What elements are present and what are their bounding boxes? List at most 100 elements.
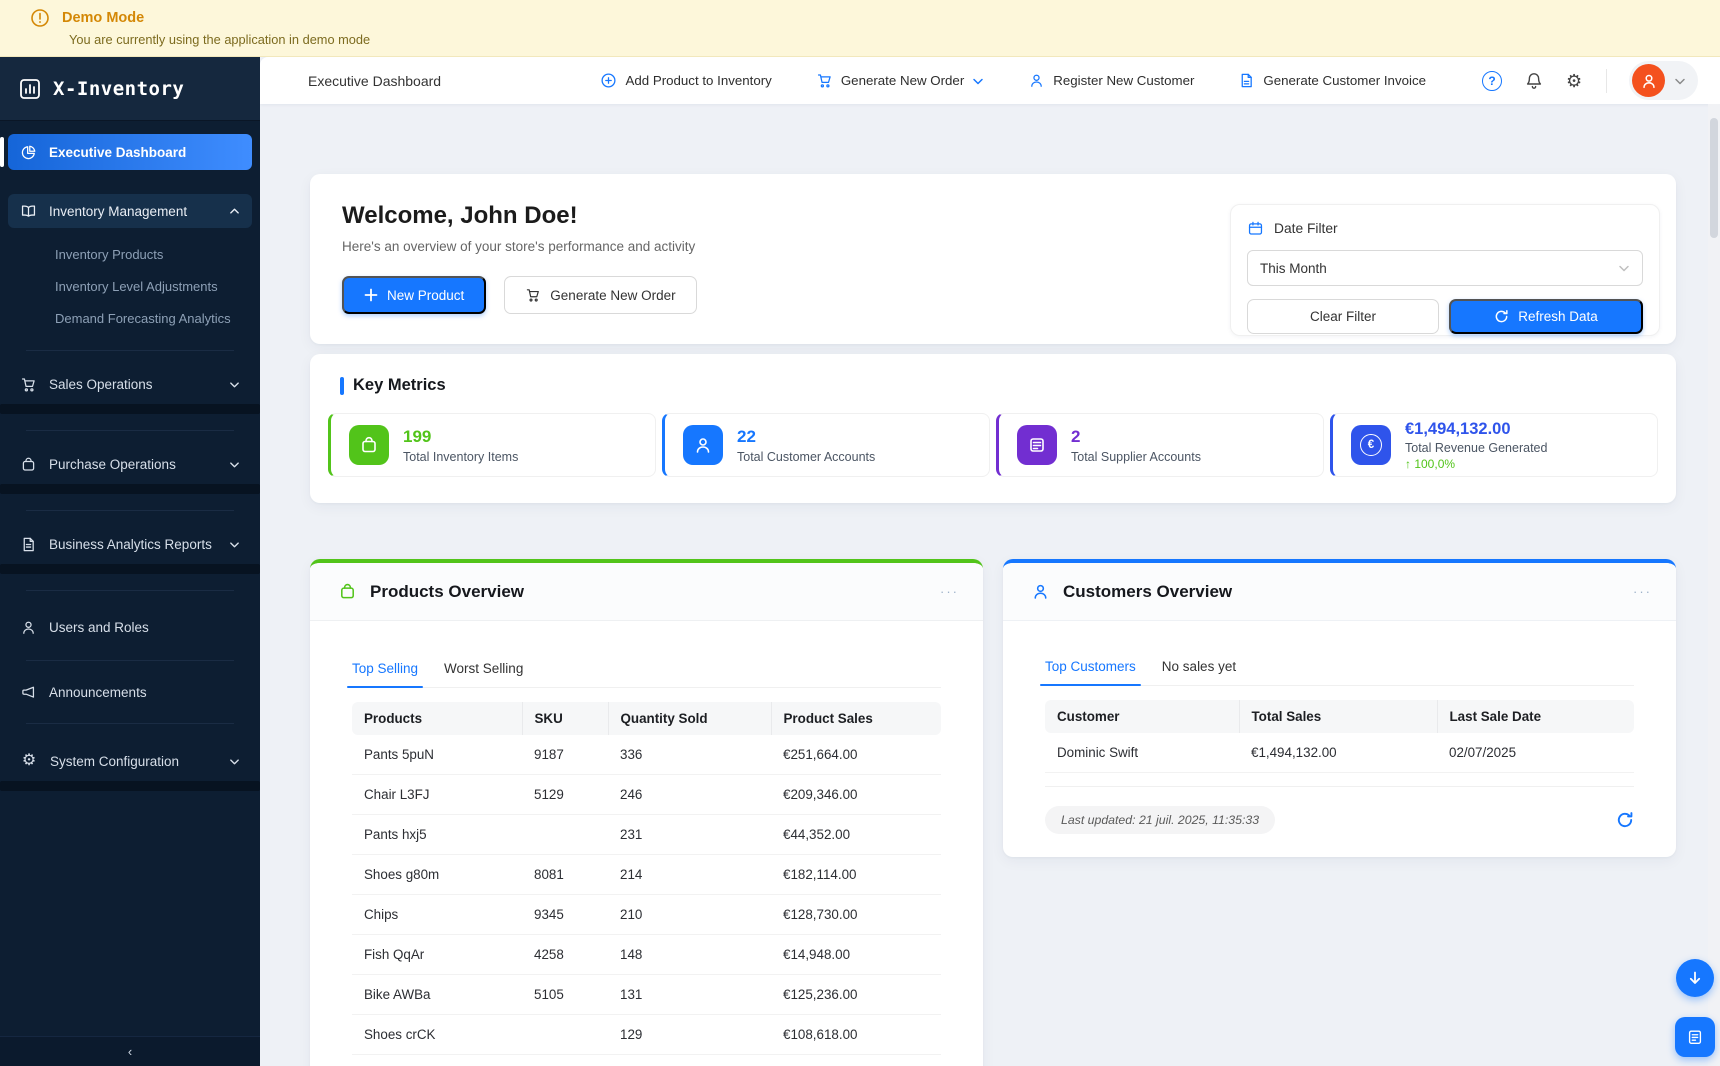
- sidebar-item-announcements[interactable]: Announcements: [8, 675, 252, 709]
- tab-top-selling[interactable]: Top Selling: [346, 661, 424, 688]
- cell-qty: 210: [608, 894, 771, 935]
- invoice-file-icon: [1242, 73, 1253, 88]
- cell-sku: 9187: [522, 735, 608, 775]
- cell-qty: 131: [608, 974, 771, 1015]
- sidebar-item-purchase-operations[interactable]: Purchase Operations: [8, 447, 252, 481]
- customers-overview-card: Customers Overview ··· Top Customers No …: [1003, 559, 1676, 857]
- plus-circle-icon: [601, 73, 616, 88]
- welcome-subtitle: Here's an overview of your store's perfo…: [342, 239, 696, 254]
- chevron-down-icon: [1619, 265, 1629, 272]
- column-header: Products: [352, 702, 522, 735]
- table-row: Shoes g80m 8081 214 €182,114.00: [352, 854, 941, 895]
- products-overview-title: Products Overview: [370, 581, 525, 601]
- cell-qty: 246: [608, 774, 771, 815]
- user-icon: [1034, 584, 1047, 599]
- sidebar-item-label: Inventory Products: [55, 246, 164, 262]
- sidebar-item-users-roles[interactable]: Users and Roles: [8, 610, 252, 644]
- customers-table: Customer Total Sales Last Sale Date Domi…: [1045, 700, 1634, 773]
- sidebar-item-business-analytics[interactable]: Business Analytics Reports: [8, 527, 252, 561]
- tab-no-sales[interactable]: No sales yet: [1162, 659, 1236, 685]
- supplier-card-icon: [1017, 425, 1057, 465]
- divider: [1606, 68, 1607, 93]
- cell-sku: 5129: [522, 774, 608, 815]
- column-header: Product Sales: [770, 702, 941, 735]
- cell-product: Shoes g80m: [352, 854, 522, 895]
- button-label: Generate New Order: [550, 287, 676, 303]
- chevron-down-icon: [230, 541, 239, 547]
- cell-sales: €125,236.00: [771, 974, 941, 1015]
- sidebar-item-executive-dashboard[interactable]: Executive Dashboard: [0, 134, 252, 170]
- topbar-icons: ? ⚙: [1482, 61, 1698, 100]
- bar-chart-logo-icon: [20, 78, 40, 99]
- cart-icon: [527, 289, 540, 302]
- plus-icon: [364, 288, 378, 302]
- action-label: Add Product to Inventory: [625, 73, 772, 88]
- sidebar-item-label: Sales Operations: [49, 376, 153, 392]
- settings-gear-icon[interactable]: ⚙: [1566, 72, 1584, 90]
- collapsed-panel: [0, 564, 260, 574]
- tab-top-customers[interactable]: Top Customers: [1040, 659, 1141, 686]
- selected-date-range: This Month: [1260, 260, 1327, 276]
- chevron-up-icon: [230, 208, 239, 214]
- refresh-icon: [1495, 309, 1508, 323]
- generate-order-action[interactable]: Generate New Order: [816, 72, 984, 89]
- sidebar-item-label: Inventory Management: [49, 203, 188, 219]
- action-label: Register New Customer: [1053, 73, 1195, 88]
- sidebar-item-label: System Configuration: [50, 753, 180, 769]
- cell-product: Pants 5puN: [352, 735, 522, 775]
- nav-divider: [26, 590, 234, 591]
- products-tabs: Top Selling Worst Selling: [346, 661, 941, 688]
- column-header: Last Sale Date: [1436, 700, 1634, 733]
- sidebar-item-demand-forecasting[interactable]: Demand Forecasting Analytics: [8, 302, 252, 334]
- sidebar-item-sales-operations[interactable]: Sales Operations: [8, 367, 252, 401]
- more-menu-icon[interactable]: ···: [940, 584, 959, 599]
- customers-table-header: Customer Total Sales Last Sale Date: [1045, 700, 1634, 733]
- scrollbar-thumb[interactable]: [1710, 118, 1718, 238]
- new-product-button[interactable]: New Product: [342, 276, 487, 314]
- generate-new-order-button[interactable]: Generate New Order: [504, 276, 697, 314]
- welcome-left: Welcome, John Doe! Here's an overview of…: [342, 202, 697, 344]
- cell-sku: [522, 1014, 608, 1055]
- cell-sales: €182,114.00: [771, 854, 941, 895]
- user-menu[interactable]: [1629, 61, 1698, 100]
- notifications-bell-icon[interactable]: [1524, 71, 1544, 91]
- sidebar-item-inventory-products[interactable]: Inventory Products: [8, 238, 252, 270]
- refresh-data-button[interactable]: Refresh Data: [1449, 299, 1643, 334]
- scroll-down-button[interactable]: [1676, 959, 1714, 997]
- report-file-icon: [23, 537, 34, 551]
- sidebar-collapse-button[interactable]: ‹: [0, 1036, 260, 1066]
- chevron-down-icon: [230, 461, 239, 467]
- date-range-select[interactable]: This Month: [1247, 250, 1643, 286]
- products-overview-card: Products Overview ··· Top Selling Worst …: [310, 559, 983, 1066]
- sidebar-item-inventory-management[interactable]: Inventory Management: [8, 194, 252, 228]
- tab-worst-selling[interactable]: Worst Selling: [444, 661, 523, 687]
- inventory-submenu: Inventory Products Inventory Level Adjus…: [8, 238, 252, 334]
- welcome-card: Welcome, John Doe! Here's an overview of…: [310, 174, 1676, 344]
- metric-label: Total Supplier Accounts: [1071, 449, 1201, 464]
- shopping-bag-icon: [22, 457, 35, 471]
- help-icon[interactable]: ?: [1482, 70, 1502, 91]
- cell-sales: €108,618.00: [771, 1014, 941, 1055]
- sidebar-nav: Executive Dashboard Inventory Management…: [0, 121, 260, 1036]
- register-customer-action[interactable]: Register New Customer: [1028, 72, 1194, 89]
- cell-sales: €14,948.00: [771, 934, 941, 975]
- column-header: SKU: [521, 702, 608, 735]
- action-label: Generate Customer Invoice: [1263, 73, 1426, 88]
- sidebar-item-inventory-level-adjustments[interactable]: Inventory Level Adjustments: [8, 270, 252, 302]
- generate-invoice-action[interactable]: Generate Customer Invoice: [1238, 72, 1426, 89]
- cell-product: Fish QqAr: [352, 934, 522, 975]
- add-product-action[interactable]: Add Product to Inventory: [600, 72, 772, 89]
- more-menu-icon[interactable]: ···: [1633, 584, 1652, 599]
- cell-product: Chair L3FJ: [352, 774, 522, 815]
- clear-filter-button[interactable]: Clear Filter: [1247, 299, 1439, 334]
- cell-last-sale: 02/07/2025: [1437, 733, 1634, 773]
- button-label: New Product: [387, 287, 465, 303]
- sidebar-item-system-configuration[interactable]: ⚙ System Configuration: [8, 744, 252, 778]
- metric-total-suppliers: 2 Total Supplier Accounts: [996, 413, 1324, 477]
- refresh-icon[interactable]: [1616, 811, 1634, 829]
- cell-qty: 214: [608, 854, 771, 895]
- key-metrics-title: Key Metrics: [340, 376, 1658, 395]
- cell-product: Bike AWBa: [352, 974, 522, 1015]
- products-table: Products SKU Quantity Sold Product Sales…: [352, 702, 941, 1055]
- quick-form-button[interactable]: [1675, 1017, 1715, 1057]
